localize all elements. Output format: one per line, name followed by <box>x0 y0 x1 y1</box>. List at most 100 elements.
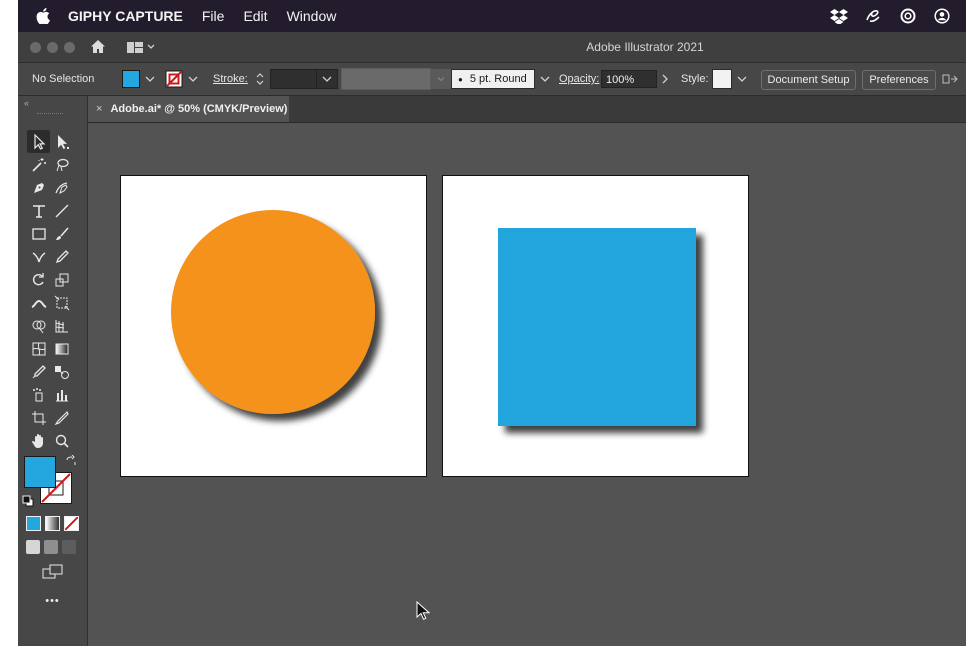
close-document-icon[interactable]: × <box>96 103 102 115</box>
eyedropper-tool-icon[interactable] <box>27 360 50 383</box>
pencil-tool-icon[interactable] <box>50 245 73 268</box>
stroke-color-control[interactable] <box>165 63 198 95</box>
panel-grip[interactable] <box>37 113 63 116</box>
brush-definition-dropdown[interactable]: ● 5 pt. Round <box>451 63 550 95</box>
blue-square[interactable] <box>498 228 696 426</box>
orange-circle[interactable] <box>171 210 375 414</box>
menu-edit[interactable]: Edit <box>243 8 267 24</box>
hand-tool-icon[interactable] <box>27 429 50 452</box>
graphic-style-picker[interactable] <box>712 63 747 95</box>
chevron-down-icon[interactable] <box>188 75 198 83</box>
artboard-1[interactable] <box>120 175 427 477</box>
lasso-tool-icon[interactable] <box>50 153 73 176</box>
screen-frame: GIPHY CAPTURE File Edit Window Adobe Ill… <box>18 0 966 646</box>
rectangle-tool-icon[interactable] <box>27 222 50 245</box>
fill-swatch[interactable] <box>122 70 140 88</box>
chevron-right-icon[interactable] <box>661 74 669 84</box>
mesh-tool-icon[interactable] <box>27 337 50 360</box>
stroke-label[interactable]: Stroke: <box>213 63 248 95</box>
color-mode-icon[interactable] <box>26 516 41 531</box>
canvas-area[interactable] <box>88 123 966 646</box>
none-mode-icon[interactable] <box>64 516 79 531</box>
chevron-down-icon <box>737 76 747 82</box>
magic-wand-tool-icon[interactable] <box>27 153 50 176</box>
fill-color-swatch[interactable] <box>24 456 56 488</box>
variable-width-profile[interactable] <box>341 63 451 95</box>
window-titlebar: Adobe Illustrator 2021 <box>18 32 966 63</box>
preferences-button[interactable]: Preferences <box>862 70 936 90</box>
macos-menubar: GIPHY CAPTURE File Edit Window <box>18 0 966 32</box>
menu-giphy-capture[interactable]: GIPHY CAPTURE <box>68 8 183 24</box>
shape-builder-tool-icon[interactable] <box>27 314 50 337</box>
shaper-tool-icon[interactable] <box>27 245 50 268</box>
direct-selection-tool-icon[interactable] <box>50 130 73 153</box>
rotate-tool-icon[interactable] <box>27 268 50 291</box>
symbol-sprayer-tool-icon[interactable] <box>27 383 50 406</box>
arrange-documents-icon[interactable] <box>942 63 958 95</box>
chevron-down-icon <box>322 76 332 82</box>
document-setup-button[interactable]: Document Setup <box>761 70 856 90</box>
edit-toolbar-button[interactable]: ••• <box>18 595 87 607</box>
blend-tool-icon[interactable] <box>50 360 73 383</box>
stroke-weight-stepper[interactable] <box>256 63 264 95</box>
selection-tool-icon[interactable] <box>27 130 50 153</box>
stroke-none-swatch-icon[interactable] <box>165 70 183 88</box>
creative-cloud-script-icon[interactable] <box>864 8 882 24</box>
tool-grid <box>27 130 77 452</box>
zoom-tool-icon[interactable] <box>50 429 73 452</box>
curvature-tool-icon[interactable] <box>50 176 73 199</box>
chevron-down-icon[interactable] <box>145 75 155 83</box>
perspective-grid-tool-icon[interactable] <box>50 314 73 337</box>
fill-color-control[interactable] <box>122 63 155 95</box>
draw-behind-icon[interactable] <box>44 540 58 554</box>
collapse-panel-icon[interactable]: « <box>24 98 29 108</box>
brush-label: 5 pt. Round <box>469 73 527 85</box>
type-tool-icon[interactable] <box>27 199 50 222</box>
change-screen-mode-icon[interactable] <box>42 564 64 585</box>
menu-window[interactable]: Window <box>287 8 337 24</box>
pen-tool-icon[interactable] <box>27 176 50 199</box>
gradient-tool-icon[interactable] <box>50 337 73 360</box>
document-tab[interactable]: × Adobe.ai* @ 50% (CMYK/Preview) <box>88 96 289 122</box>
draw-inside-icon[interactable] <box>62 540 76 554</box>
artboard-2-artwork <box>498 228 696 426</box>
apple-icon[interactable] <box>36 8 54 24</box>
artboard-1-artwork <box>171 210 375 414</box>
window-title: Adobe Illustrator 2021 <box>586 40 704 54</box>
width-tool-icon[interactable] <box>27 291 50 314</box>
line-segment-tool-icon[interactable] <box>50 199 73 222</box>
control-bar: No Selection Stroke: ● 5 pt. Round Opaci… <box>18 63 966 96</box>
style-label: Style: <box>681 73 709 85</box>
creative-cloud-icon[interactable] <box>898 8 918 24</box>
tools-panel: « ••• <box>18 96 88 646</box>
scale-tool-icon[interactable] <box>50 268 73 291</box>
user-circle-icon[interactable] <box>934 8 950 24</box>
opacity-field[interactable]: 100% <box>601 63 669 95</box>
draw-mode-buttons <box>26 540 76 554</box>
dropbox-icon[interactable] <box>830 8 848 24</box>
opacity-value[interactable]: 100% <box>601 70 657 88</box>
draw-normal-icon[interactable] <box>26 540 40 554</box>
slice-tool-icon[interactable] <box>50 406 73 429</box>
chevron-down-icon <box>540 76 550 82</box>
swap-fill-stroke-icon[interactable] <box>65 454 77 472</box>
selection-status: No Selection <box>32 73 95 85</box>
chevron-down-icon <box>437 77 445 82</box>
stepper-icon[interactable] <box>256 72 264 86</box>
artboard-tool-icon[interactable] <box>27 406 50 429</box>
default-fill-stroke-icon[interactable] <box>22 494 34 512</box>
column-graph-tool-icon[interactable] <box>50 383 73 406</box>
gradient-mode-icon[interactable] <box>45 516 60 531</box>
mouse-cursor-icon <box>416 600 431 626</box>
document-tab-title: Adobe.ai* @ 50% (CMYK/Preview) <box>110 103 288 115</box>
artboard-2[interactable] <box>442 175 749 477</box>
stroke-weight-dropdown[interactable] <box>316 63 338 95</box>
document-tab-bar: × Adobe.ai* @ 50% (CMYK/Preview) <box>88 96 966 123</box>
brush-dot-icon: ● <box>458 74 463 84</box>
menu-file[interactable]: File <box>202 8 225 24</box>
color-mode-buttons <box>26 516 79 531</box>
opacity-label[interactable]: Opacity: <box>559 63 599 95</box>
paintbrush-tool-icon[interactable] <box>50 222 73 245</box>
stroke-weight-field[interactable] <box>270 63 318 95</box>
free-transform-tool-icon[interactable] <box>50 291 73 314</box>
